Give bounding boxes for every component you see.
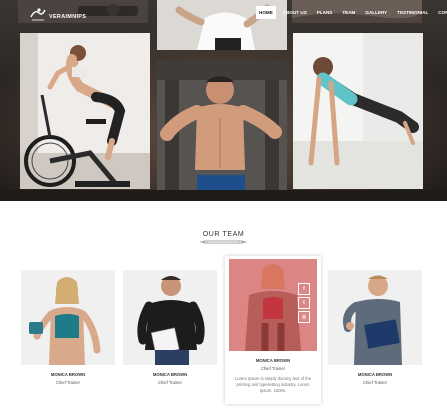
plank-woman-photo [293, 33, 423, 189]
muscular-man-photo [157, 60, 287, 190]
gallery-photo-trainer[interactable] [157, 60, 287, 190]
nav-contact[interactable]: Contact [435, 6, 447, 19]
member-role: Chief Trainer [56, 380, 80, 385]
team-member-card[interactable]: MONICA BROWN Chief Trainer [328, 270, 422, 385]
menu-bar: Home About Us Plans Team Gallery Testimo… [256, 6, 447, 19]
gallery-photo-plank[interactable] [293, 33, 423, 189]
member-description: Lorem Ipsum is simply dummy text of the … [234, 376, 312, 393]
member-name: MONICA BROWN [255, 358, 291, 363]
member-photo: f t ◎ [229, 259, 317, 351]
section-title: OUR TEAM [202, 231, 245, 238]
member-photo [328, 270, 422, 365]
team-member-card[interactable]: MONICA BROWN Chief Trainer [21, 270, 115, 385]
member-photo [123, 270, 217, 365]
main-navigation: VERAIMNIPS Home About Us Plans Team Gall… [0, 0, 447, 30]
hero-gallery: VERAIMNIPS Home About Us Plans Team Gall… [0, 0, 447, 201]
member-role: Chief Trainer [158, 380, 182, 385]
member-role: Chief Trainer [363, 380, 387, 385]
title-divider [200, 240, 247, 244]
nav-home[interactable]: Home [256, 6, 276, 19]
team-member-card-featured[interactable]: f t ◎ MONICA BROWN Chief Trainer Lorem I… [225, 256, 321, 404]
instagram-icon[interactable]: ◎ [298, 311, 310, 323]
nav-plans[interactable]: Plans [314, 6, 336, 19]
nav-gallery[interactable]: Gallery [362, 6, 390, 19]
team-member-card[interactable]: MONICA BROWN Chief Trainer [123, 270, 217, 385]
member-role: Chief Trainer [261, 366, 285, 371]
gallery-photo-exercise-bike[interactable] [20, 33, 150, 189]
cycling-woman-photo [20, 33, 150, 189]
nav-team[interactable]: Team [339, 6, 358, 19]
nav-testimonial[interactable]: Testimonial [394, 6, 431, 19]
logo-text: VERAIMNIPS [49, 14, 87, 20]
member-photo [21, 270, 115, 365]
facebook-icon[interactable]: f [298, 283, 310, 295]
nav-about-us[interactable]: About Us [280, 6, 310, 19]
logo-icon [30, 8, 46, 21]
member-name: MONICA BROWN [152, 372, 188, 377]
site-logo[interactable]: VERAIMNIPS [29, 5, 89, 23]
twitter-icon[interactable]: t [298, 297, 310, 309]
member-name: MONICA BROWN [357, 372, 393, 377]
member-name: MONICA BROWN [50, 372, 86, 377]
